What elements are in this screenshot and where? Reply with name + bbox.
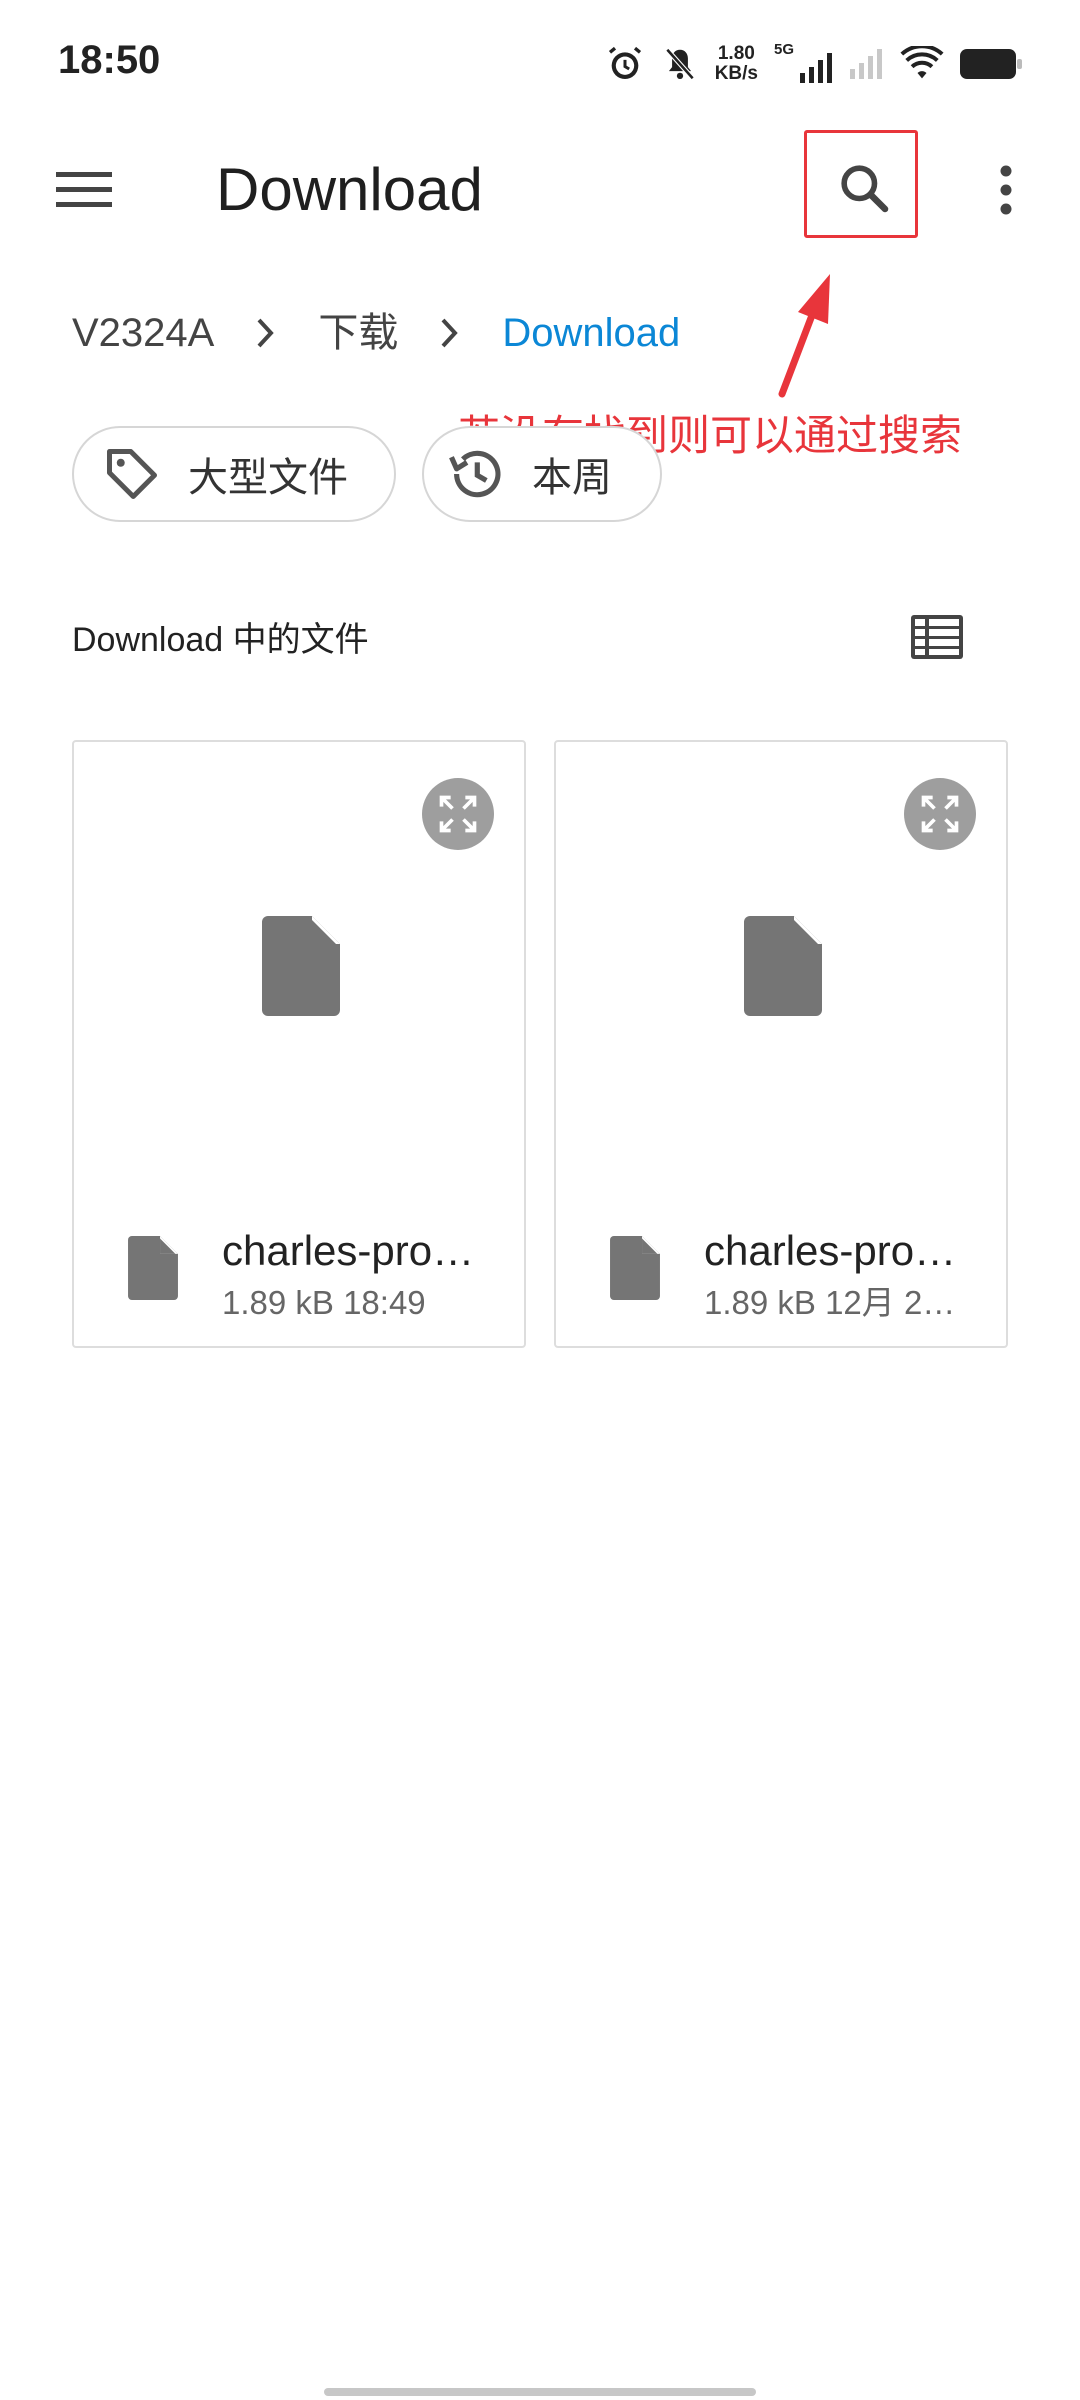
more-vertical-icon — [1000, 165, 1012, 215]
search-button[interactable] — [816, 140, 912, 236]
wifi-icon — [900, 46, 944, 82]
list-view-icon — [911, 615, 963, 659]
mute-bell-icon — [661, 44, 699, 84]
net-speed-indicator: 1.80 KB/s — [715, 44, 758, 84]
page-title: Download — [216, 156, 483, 223]
file-name: charles-pro… — [222, 1227, 475, 1274]
menu-button[interactable] — [40, 146, 128, 234]
list-view-toggle-button[interactable] — [900, 600, 974, 674]
file-meta: 1.89 kB 12月 2… — [704, 1284, 956, 1321]
file-card-footer: charles-pro… 1.89 kB 18:49 — [74, 1196, 524, 1346]
chip-this-week-label: 本周 — [532, 456, 612, 500]
home-indicator[interactable] — [324, 2388, 756, 2396]
breadcrumb-item-downloads[interactable]: 下载 — [318, 298, 398, 368]
alarm-icon — [605, 44, 645, 84]
battery-icon — [960, 49, 1022, 79]
file-document-icon — [744, 916, 822, 1016]
file-document-icon — [262, 916, 340, 1016]
net-speed-value: 1.80 — [717, 43, 755, 64]
file-type-icon — [610, 1236, 660, 1300]
file-name: charles-pro… — [704, 1227, 957, 1274]
file-card[interactable]: charles-pro… 1.89 kB 12月 2… — [554, 740, 1008, 1348]
app-bar: Download — [0, 120, 1080, 260]
signal-icon — [800, 53, 832, 83]
network-type: 5G — [774, 41, 795, 58]
breadcrumb: V2324A 下载 Download — [72, 298, 680, 368]
more-options-button[interactable] — [966, 146, 1046, 234]
breadcrumb-item-device[interactable]: V2324A — [72, 298, 214, 368]
chip-this-week[interactable]: 本周 — [422, 426, 662, 522]
chip-large-files[interactable]: 大型文件 — [72, 426, 396, 522]
section-title: Download 中的文件 — [72, 621, 369, 659]
tag-icon — [100, 442, 164, 506]
status-bar: 18:50 1.80 KB/s 5G — [0, 0, 1080, 120]
history-icon — [444, 442, 508, 506]
net-speed-unit: KB/s — [714, 63, 758, 84]
file-card-footer: charles-pro… 1.89 kB 12月 2… — [556, 1196, 1006, 1346]
mobile-signal: 5G — [774, 41, 834, 87]
file-card[interactable]: charles-pro… 1.89 kB 18:49 — [72, 740, 526, 1348]
chevron-right-icon — [430, 298, 470, 368]
chip-large-files-label: 大型文件 — [188, 456, 348, 500]
expand-preview-button[interactable] — [904, 778, 976, 850]
chevron-right-icon — [246, 298, 286, 368]
expand-preview-button[interactable] — [422, 778, 494, 850]
file-manager-screen: 18:50 1.80 KB/s 5G Download V2324A 下载 Do… — [0, 0, 1080, 2400]
status-time: 18:50 — [58, 38, 161, 82]
status-icons: 1.80 KB/s 5G — [605, 40, 1022, 88]
annotation-arrow-icon — [778, 274, 830, 398]
signal-secondary-icon — [850, 49, 884, 79]
file-meta: 1.89 kB 18:49 — [222, 1284, 426, 1321]
file-type-icon — [128, 1236, 178, 1300]
breadcrumb-item-current[interactable]: Download — [502, 298, 680, 368]
hamburger-menu-icon — [56, 172, 112, 207]
expand-icon — [439, 795, 477, 833]
search-icon — [841, 165, 889, 213]
expand-icon — [921, 795, 959, 833]
